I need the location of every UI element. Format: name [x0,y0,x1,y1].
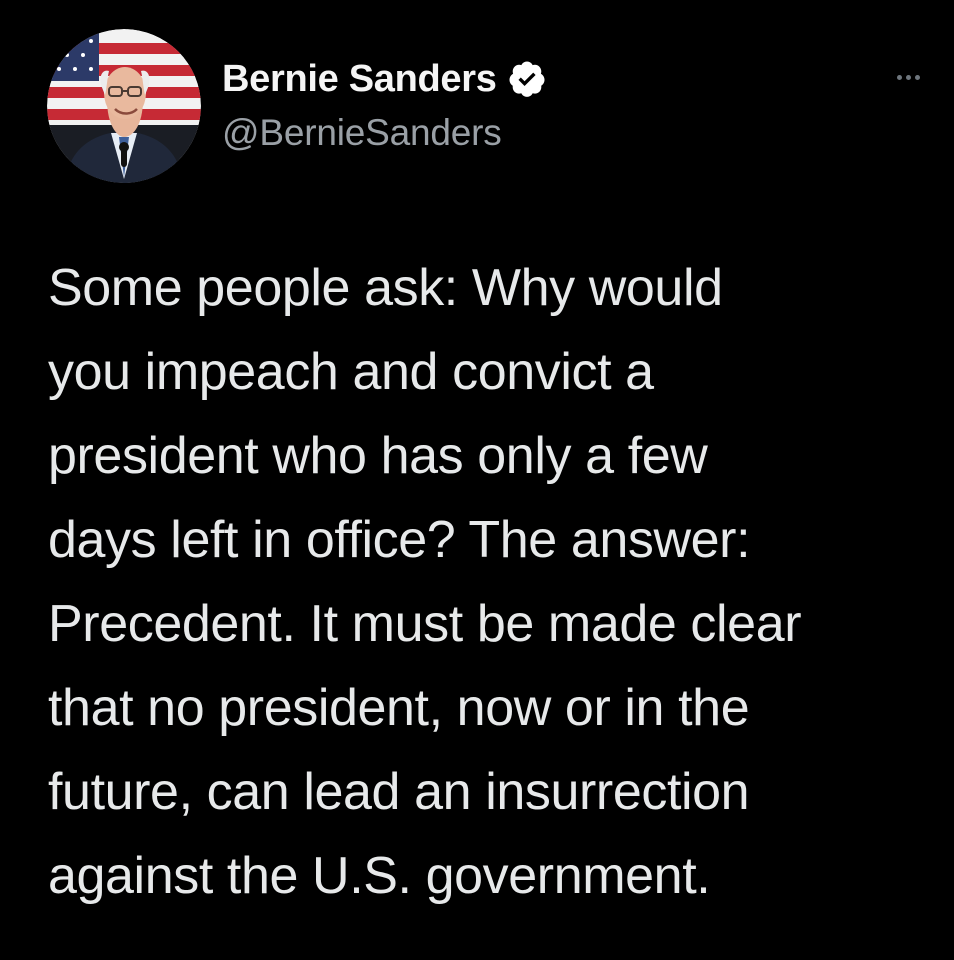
more-dot-icon [914,74,920,80]
more-dot-icon [896,74,902,80]
tweet-text-line: future, can lead an insurrection [48,763,750,821]
verified-badge-icon [509,61,545,97]
tweet-text-line: that no president, now or in the [48,679,750,737]
tweet-text-line: Some people ask: Why would [48,259,723,317]
author-display-name[interactable]: Bernie Sanders [222,54,547,104]
author-handle[interactable]: @BernieSanders [222,108,502,158]
tweet-text-line: days left in office? The answer: [48,511,751,569]
tweet-text: Some people ask: Why would you impeach a… [48,246,938,918]
more-dot-icon [905,74,911,80]
tweet-text-line: you impeach and convict a [48,343,654,401]
tweet-text-line: Precedent. It must be made clear [48,595,802,653]
more-options-button[interactable] [886,62,930,92]
tweet-card: Bernie Sanders @BernieSanders Some peopl… [0,0,954,960]
tweet-text-line: president who has only a few [48,427,708,485]
avatar[interactable] [47,29,201,183]
display-name-text[interactable]: Bernie Sanders [222,54,497,104]
tweet-text-line: against the U.S. government. [48,847,711,905]
profile-photo-icon [47,29,201,183]
